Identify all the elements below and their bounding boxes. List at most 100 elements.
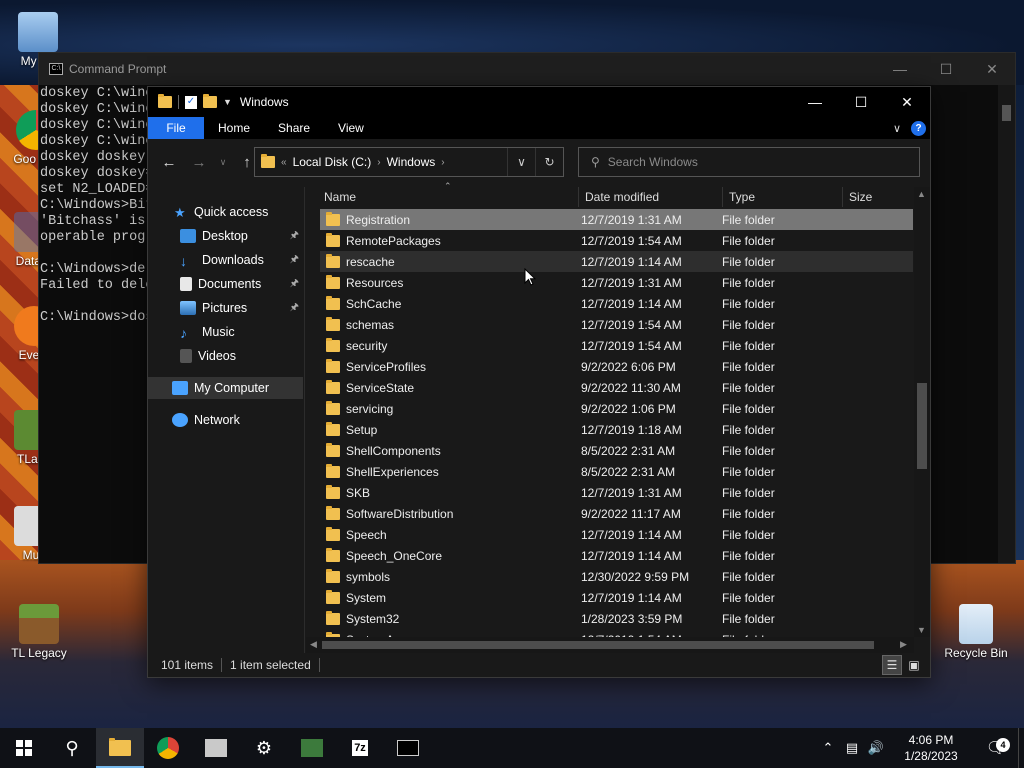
maximize-button[interactable]: ☐ xyxy=(838,87,884,117)
scroll-down-icon[interactable]: ▼ xyxy=(917,625,926,635)
network-icon[interactable]: ▤ xyxy=(840,740,864,756)
search-button[interactable]: ⚲ xyxy=(48,728,96,768)
tab-view[interactable]: View xyxy=(324,117,378,139)
file-row[interactable]: SKB 12/7/2019 1:31 AM File folder xyxy=(320,482,913,503)
nav-videos[interactable]: Videos xyxy=(148,345,303,367)
chevron-up-icon[interactable]: ⌃ xyxy=(816,740,840,756)
file-row[interactable]: ShellExperiences 8/5/2022 2:31 AM File fol… xyxy=(320,461,913,482)
file-row[interactable]: ShellComponents 8/5/2022 2:31 AM File fold… xyxy=(320,440,913,461)
taskbar-command-prompt[interactable] xyxy=(384,728,432,768)
column-name[interactable]: Name xyxy=(306,187,579,207)
file-row[interactable]: servicing 9/2/2022 1:06 PM File folder xyxy=(320,398,913,419)
new-folder-icon[interactable] xyxy=(203,94,217,108)
chevron-right-icon[interactable]: › xyxy=(377,157,380,168)
file-row[interactable]: System32 1/28/2023 3:59 PM File folder xyxy=(320,608,913,629)
file-explorer-window[interactable]: ✓ ▼ Windows — ☐ ✕ File Home Share View ∨… xyxy=(147,86,931,678)
tab-file[interactable]: File xyxy=(148,117,204,139)
minimize-button[interactable]: — xyxy=(792,87,838,117)
scroll-left-icon[interactable]: ◀ xyxy=(310,639,317,650)
taskbar-chrome[interactable] xyxy=(144,728,192,768)
back-button[interactable]: ← xyxy=(158,154,180,171)
cmd-scroll-thumb[interactable] xyxy=(1002,105,1011,121)
recent-locations-icon[interactable]: ∨ xyxy=(218,157,228,168)
clock[interactable]: 4:06 PM 1/28/2023 xyxy=(888,732,974,764)
file-row[interactable]: ServiceProfiles 9/2/2022 6:06 PM File fold… xyxy=(320,356,913,377)
nav-my-computer[interactable]: My Computer xyxy=(148,377,303,399)
vertical-scrollbar[interactable]: ▲ ▼ xyxy=(914,187,930,637)
column-size[interactable]: Size xyxy=(843,187,913,207)
file-row[interactable]: schemas 12/7/2019 1:54 AM File folder xyxy=(320,314,913,335)
pin-icon[interactable]: 🖈 xyxy=(290,300,299,317)
file-row[interactable]: rescache 12/7/2019 1:14 AM File folder xyxy=(320,251,913,272)
pin-icon[interactable]: 🖈 xyxy=(290,228,299,245)
nav-downloads[interactable]: ↓ Downloads 🖈 xyxy=(148,249,303,271)
large-icons-view-icon[interactable]: ▣ xyxy=(904,655,924,675)
column-type[interactable]: Type xyxy=(723,187,843,207)
nav-desktop[interactable]: Desktop 🖈 xyxy=(148,225,303,247)
show-desktop-button[interactable] xyxy=(1018,728,1024,768)
taskbar-file-explorer[interactable] xyxy=(96,728,144,768)
nav-music[interactable]: ♪ Music xyxy=(148,321,303,343)
file-row[interactable]: SchCache 12/7/2019 1:14 AM File folder xyxy=(320,293,913,314)
file-row[interactable]: Registration 12/7/2019 1:31 AM File folder xyxy=(320,209,913,230)
start-button[interactable] xyxy=(0,728,48,768)
tab-home[interactable]: Home xyxy=(204,117,264,139)
file-row[interactable]: System 12/7/2019 1:14 AM File folder xyxy=(320,587,913,608)
nav-quick-access[interactable]: ★ Quick access xyxy=(148,201,303,223)
action-center-button[interactable]: 🗨 4 xyxy=(974,738,1018,758)
search-input[interactable] xyxy=(607,155,888,169)
file-row[interactable]: Speech 12/7/2019 1:14 AM File folder xyxy=(320,524,913,545)
cmd-scrollbar[interactable] xyxy=(998,85,1015,563)
properties-icon[interactable]: ✓ xyxy=(185,95,197,109)
close-button[interactable]: ✕ xyxy=(884,87,930,117)
horizontal-scrollbar[interactable]: ◀ ▶ xyxy=(306,637,914,653)
column-date-modified[interactable]: Date modified xyxy=(579,187,723,207)
details-view-icon[interactable]: ☰ xyxy=(882,655,902,675)
help-icon[interactable]: ? xyxy=(911,120,926,136)
address-bar[interactable]: « Local Disk (C:) › Windows › ∨ ↻ xyxy=(254,147,564,177)
nav-documents[interactable]: Documents 🖈 xyxy=(148,273,303,295)
taskbar-app[interactable] xyxy=(192,728,240,768)
hscroll-thumb[interactable] xyxy=(322,641,874,649)
breadcrumb-windows[interactable]: Windows xyxy=(387,155,436,169)
close-icon[interactable]: ✕ xyxy=(969,61,1015,78)
address-overflow[interactable]: « xyxy=(281,157,287,168)
search-box[interactable]: ⚲ xyxy=(578,147,920,177)
desktop-icon-tl-legacy[interactable]: TL Legacy xyxy=(7,604,71,660)
file-row[interactable]: Setup 12/7/2019 1:18 AM File folder xyxy=(320,419,913,440)
file-row[interactable]: RemotePackages 12/7/2019 1:54 AM File fold… xyxy=(320,230,913,251)
taskbar-settings[interactable]: ⚙ xyxy=(240,728,288,768)
volume-icon[interactable]: 🔊 xyxy=(864,740,888,756)
file-row[interactable]: security 12/7/2019 1:54 AM File folder xyxy=(320,335,913,356)
file-row[interactable]: Speech_OneCore 12/7/2019 1:14 AM File fold… xyxy=(320,545,913,566)
scroll-right-icon[interactable]: ▶ xyxy=(900,639,907,650)
tab-share[interactable]: Share xyxy=(264,117,324,139)
scroll-thumb[interactable] xyxy=(917,383,927,469)
breadcrumb-local-disk[interactable]: Local Disk (C:) xyxy=(293,155,372,169)
file-row[interactable]: ServiceState 9/2/2022 11:30 AM File folder xyxy=(320,377,913,398)
forward-button[interactable]: → xyxy=(188,154,210,171)
file-row[interactable]: symbols 12/30/2022 9:59 PM File folder xyxy=(320,566,913,587)
desktop-icon-recycle-bin[interactable]: Recycle Bin xyxy=(940,604,1012,660)
expand-ribbon-icon[interactable]: ∨ xyxy=(893,122,901,135)
file-row[interactable]: SoftwareDistribution 9/2/2022 11:17 AM Fil… xyxy=(320,503,913,524)
taskbar-7zip[interactable]: 7z xyxy=(336,728,384,768)
cmd-titlebar[interactable]: C:\ Command Prompt — ☐ ✕ xyxy=(39,53,1015,85)
scroll-up-icon[interactable]: ▲ xyxy=(917,189,926,199)
pin-icon[interactable]: 🖈 xyxy=(290,252,299,269)
taskbar-terminal-app[interactable] xyxy=(288,728,336,768)
refresh-icon[interactable]: ↻ xyxy=(535,148,563,176)
quick-access-toolbar-dropdown-icon[interactable]: ▼ xyxy=(223,97,232,107)
navigation-pane[interactable]: ★ Quick access Desktop 🖈 ↓ Downloads 🖈 D… xyxy=(148,187,305,653)
nav-network[interactable]: Network xyxy=(148,409,303,431)
file-list-pane[interactable]: ⌃ Name Date modified Type Size Registrat… xyxy=(306,181,930,653)
file-type: File folder xyxy=(722,569,775,584)
nav-pictures[interactable]: Pictures 🖈 xyxy=(148,297,303,319)
chevron-right-icon[interactable]: › xyxy=(441,157,444,168)
maximize-icon[interactable]: ☐ xyxy=(923,61,969,78)
address-dropdown-icon[interactable]: ∨ xyxy=(507,148,535,176)
file-row[interactable]: Resources 12/7/2019 1:31 AM File folder xyxy=(320,272,913,293)
explorer-titlebar[interactable]: ✓ ▼ Windows — ☐ ✕ xyxy=(148,87,930,117)
minimize-icon[interactable]: — xyxy=(877,61,923,78)
pin-icon[interactable]: 🖈 xyxy=(290,276,299,293)
